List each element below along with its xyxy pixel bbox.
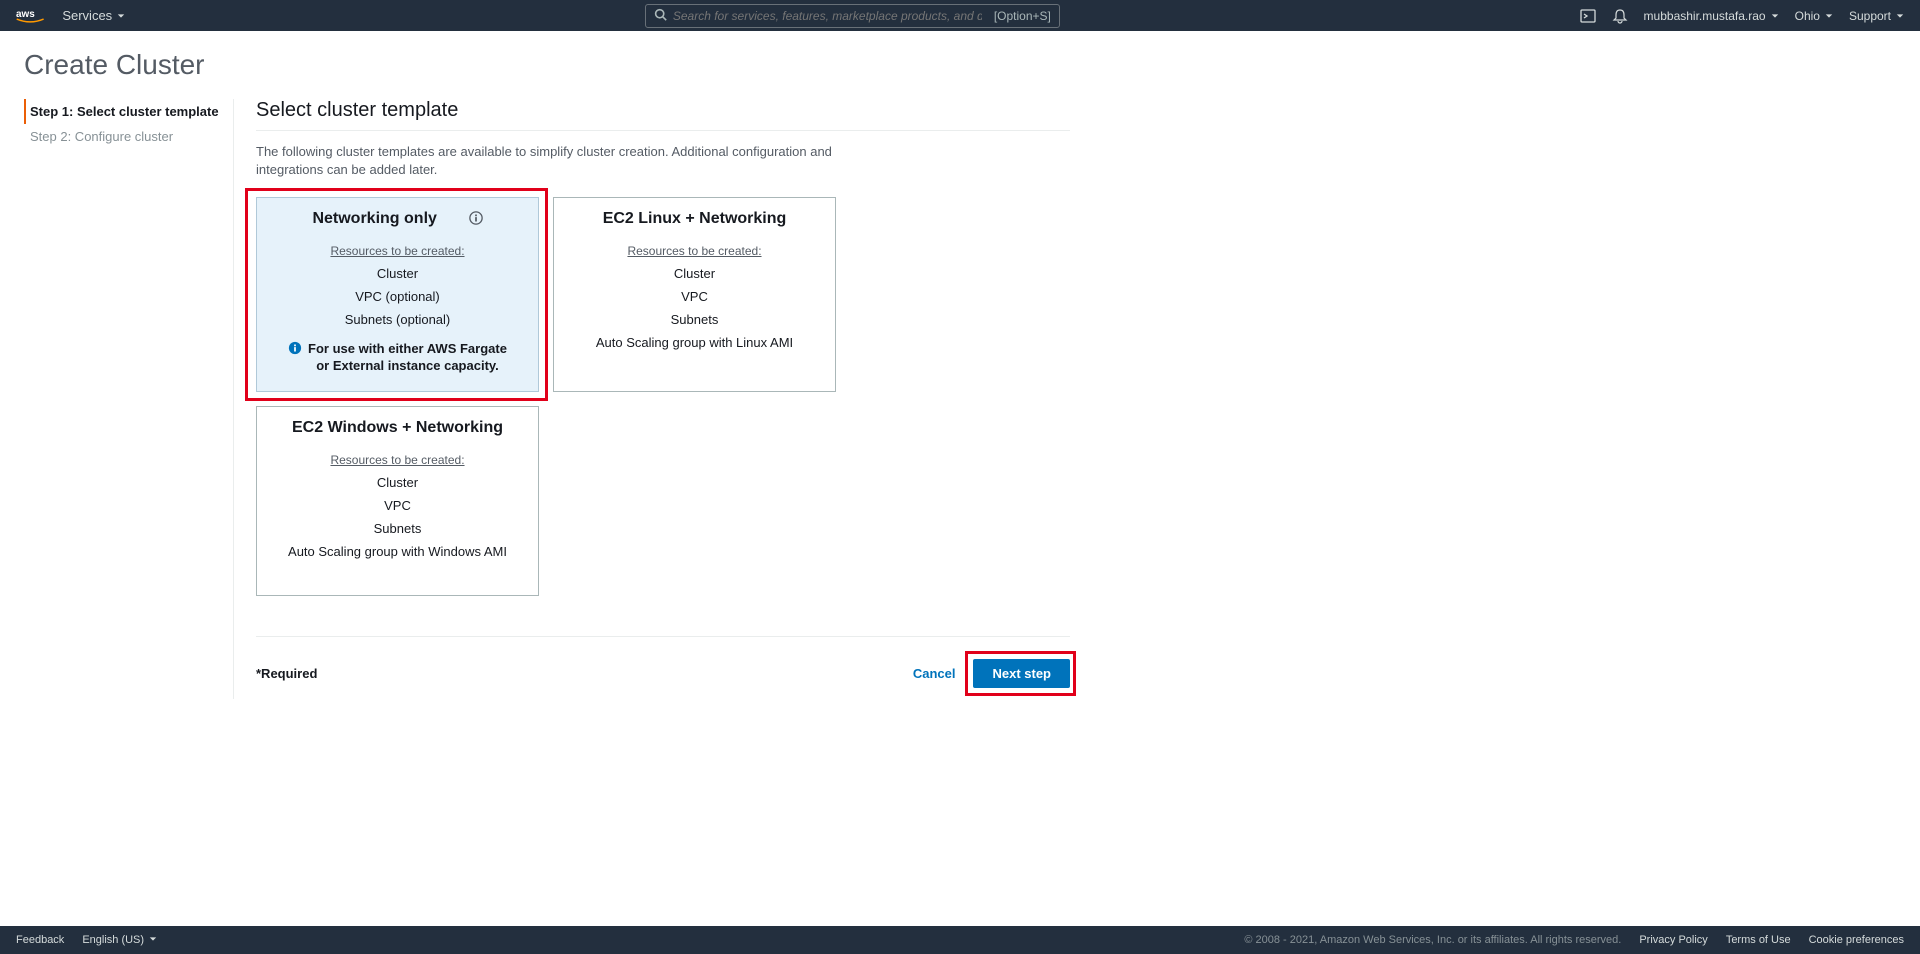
search-icon xyxy=(654,8,667,24)
caret-down-icon xyxy=(149,934,157,946)
resource-item: Subnets xyxy=(568,312,821,327)
next-step-button[interactable]: Next step xyxy=(973,659,1070,688)
template-note: For use with either AWS Fargate or Exter… xyxy=(308,341,508,375)
template-title: EC2 Windows + Networking xyxy=(292,419,503,437)
page-body: Create Cluster Step 1: Select cluster te… xyxy=(0,31,1920,699)
search-shortcut-hint: [Option+S] xyxy=(994,9,1051,23)
info-icon xyxy=(288,341,302,360)
nav-support-label: Support xyxy=(1849,9,1891,23)
wizard-sidebar: Step 1: Select cluster template Step 2: … xyxy=(24,99,234,699)
template-title: Networking only xyxy=(312,210,436,228)
nav-services-label: Services xyxy=(62,8,112,23)
nav-support-menu[interactable]: Support xyxy=(1849,9,1904,23)
template-card-networking-only[interactable]: Networking only Resources to be created:… xyxy=(256,197,539,392)
feedback-link[interactable]: Feedback xyxy=(16,934,64,946)
section-description: The following cluster templates are avai… xyxy=(256,143,866,179)
copyright-text: © 2008 - 2021, Amazon Web Services, Inc.… xyxy=(1244,934,1621,946)
caret-down-icon xyxy=(1771,9,1779,23)
resource-item: Subnets xyxy=(271,521,524,536)
global-search-box[interactable]: [Option+S] xyxy=(645,4,1060,28)
global-search-input[interactable] xyxy=(667,9,988,23)
resources-label: Resources to be created: xyxy=(271,244,524,258)
resource-item: Auto Scaling group with Linux AMI xyxy=(568,335,821,350)
cancel-button[interactable]: Cancel xyxy=(913,666,956,681)
resources-label: Resources to be created: xyxy=(271,453,524,467)
template-title: EC2 Linux + Networking xyxy=(603,210,787,228)
resource-item: Cluster xyxy=(568,266,821,281)
notifications-icon[interactable] xyxy=(1612,8,1628,24)
wizard-step-1[interactable]: Step 1: Select cluster template xyxy=(24,99,223,124)
aws-logo[interactable]: aws xyxy=(16,7,44,24)
svg-text:aws: aws xyxy=(16,9,35,20)
global-footer: Feedback English (US) © 2008 - 2021, Ama… xyxy=(0,926,1920,954)
page-title: Create Cluster xyxy=(24,49,1896,81)
template-grid: Networking only Resources to be created:… xyxy=(256,197,1070,596)
resource-item: VPC xyxy=(568,289,821,304)
caret-down-icon xyxy=(117,8,125,23)
nav-services-menu[interactable]: Services xyxy=(62,8,125,23)
caret-down-icon xyxy=(1825,9,1833,23)
privacy-policy-link[interactable]: Privacy Policy xyxy=(1639,934,1707,946)
template-card-ec2-linux[interactable]: EC2 Linux + Networking Resources to be c… xyxy=(553,197,836,392)
terms-of-use-link[interactable]: Terms of Use xyxy=(1726,934,1791,946)
cloudshell-icon[interactable] xyxy=(1580,8,1596,24)
language-label: English (US) xyxy=(82,934,144,946)
resource-item: VPC (optional) xyxy=(271,289,524,304)
resource-item: Cluster xyxy=(271,475,524,490)
resource-item: Cluster xyxy=(271,266,524,281)
top-nav: aws Services [Option+S] mubbashir.mustaf… xyxy=(0,0,1920,31)
required-note: *Required xyxy=(256,666,317,681)
nav-account-menu[interactable]: mubbashir.mustafa.rao xyxy=(1644,9,1779,23)
caret-down-icon xyxy=(1896,9,1904,23)
nav-region-menu[interactable]: Ohio xyxy=(1795,9,1833,23)
wizard-main: Select cluster template The following cl… xyxy=(234,99,1070,699)
resource-item: VPC xyxy=(271,498,524,513)
section-title: Select cluster template xyxy=(256,99,1070,131)
wizard-footer: *Required Cancel Next step xyxy=(256,636,1070,688)
resource-item: Subnets (optional) xyxy=(271,312,524,327)
info-icon[interactable] xyxy=(469,211,483,228)
nav-user-label: mubbashir.mustafa.rao xyxy=(1644,9,1766,23)
cookie-preferences-link[interactable]: Cookie preferences xyxy=(1809,934,1904,946)
nav-region-label: Ohio xyxy=(1795,9,1820,23)
template-card-ec2-windows[interactable]: EC2 Windows + Networking Resources to be… xyxy=(256,406,539,596)
resource-item: Auto Scaling group with Windows AMI xyxy=(271,544,524,559)
wizard-step-2[interactable]: Step 2: Configure cluster xyxy=(24,124,223,149)
resources-label: Resources to be created: xyxy=(568,244,821,258)
language-selector[interactable]: English (US) xyxy=(82,934,157,946)
